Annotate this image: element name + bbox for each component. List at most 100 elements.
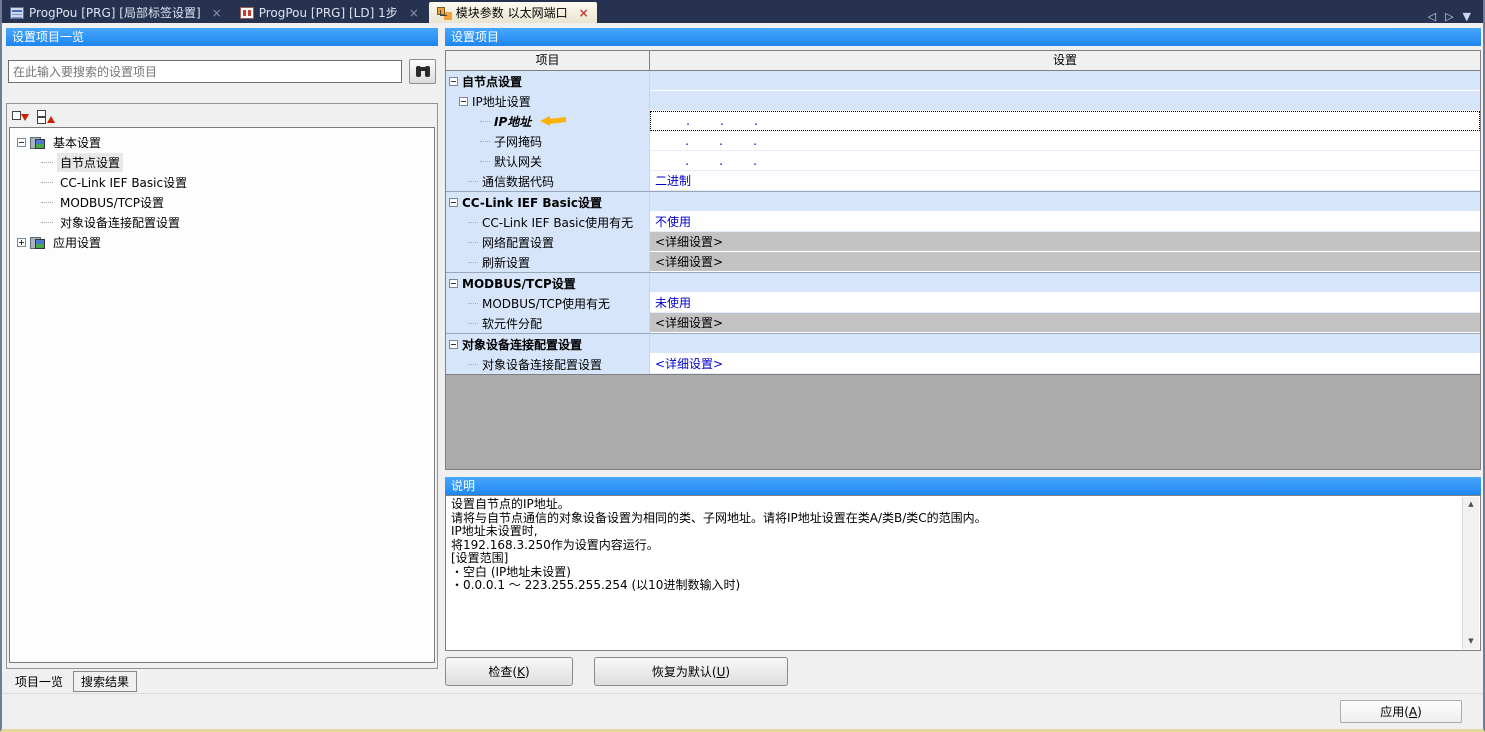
search-input[interactable] bbox=[8, 60, 402, 83]
tree-item[interactable]: CC-Link IEF Basic设置 bbox=[12, 172, 432, 192]
item-label: IP地址 bbox=[494, 113, 531, 130]
tab-navigation: ◁ ▷ ▼ bbox=[1416, 10, 1483, 23]
item-cell[interactable]: 网络配置设置 bbox=[446, 232, 650, 252]
item-cell[interactable]: IP地址设置 bbox=[446, 91, 650, 111]
setting-cell[interactable]: 未使用 bbox=[650, 293, 1480, 313]
ip-octet-dot: . bbox=[723, 154, 757, 168]
setting-cell[interactable]: <详细设置> bbox=[650, 313, 1480, 333]
description-line: ・0.0.0.1 ～ 223.255.255.254 (以10进制数输入时) bbox=[451, 579, 1456, 593]
description-box: 设置自节点的IP地址。请将与自节点通信的对象设备设置为相同的类、子网地址。请将I… bbox=[445, 495, 1481, 651]
setting-row: 刷新设置 <详细设置> bbox=[446, 252, 1480, 272]
folder-icon bbox=[30, 236, 46, 249]
search-button[interactable] bbox=[409, 59, 436, 84]
tree-item[interactable]: MODBUS/TCP设置 bbox=[12, 192, 432, 212]
setting-row: 对象设备连接配置设置<详细设置> bbox=[446, 354, 1480, 374]
collapse-box-icon[interactable] bbox=[449, 340, 458, 349]
column-header-setting: 设置 bbox=[650, 51, 1480, 70]
setting-cell[interactable] bbox=[650, 273, 1480, 293]
item-cell[interactable]: 默认网关 bbox=[446, 151, 650, 171]
tab-close-icon[interactable]: × bbox=[409, 6, 419, 20]
setting-row: CC-Link IEF Basic设置 bbox=[446, 191, 1480, 212]
ladder-editor-icon bbox=[240, 7, 254, 19]
editor-tab-bar: ProgPou [PRG] [局部标签设置]×ProgPou [PRG] [LD… bbox=[2, 0, 1483, 23]
tab-scroll-left-icon[interactable]: ◁ bbox=[1428, 10, 1436, 23]
setting-cell[interactable]: ... bbox=[650, 151, 1480, 171]
tree-item-label: 应用设置 bbox=[50, 233, 104, 252]
setting-cell[interactable]: <详细设置> bbox=[650, 232, 1480, 252]
tab-item-list[interactable]: 项目一览 bbox=[8, 672, 70, 691]
tree-item[interactable]: 对象设备连接配置设置 bbox=[12, 212, 432, 232]
item-cell[interactable]: MODBUS/TCP使用有无 bbox=[446, 293, 650, 313]
item-cell[interactable]: CC-Link IEF Basic设置 bbox=[446, 192, 650, 212]
setting-cell[interactable]: 不使用 bbox=[650, 212, 1480, 232]
description-line: ・空白 (IP地址未设置) bbox=[451, 566, 1456, 580]
tree-item-label: 自节点设置 bbox=[57, 153, 123, 172]
item-cell[interactable]: CC-Link IEF Basic使用有无 bbox=[446, 212, 650, 232]
tree-item[interactable]: 自节点设置 bbox=[12, 152, 432, 172]
setting-cell[interactable] bbox=[650, 71, 1480, 91]
ip-octet-dot: . bbox=[655, 154, 689, 168]
tree-item[interactable]: 基本设置 bbox=[12, 132, 432, 152]
editor-tab[interactable]: ProgPou [PRG] [局部标签设置]× bbox=[2, 2, 230, 23]
description-scrollbar[interactable]: ▲ ▼ bbox=[1462, 497, 1479, 649]
setting-row: MODBUS/TCP使用有无未使用 bbox=[446, 293, 1480, 313]
setting-cell[interactable] bbox=[650, 192, 1480, 212]
item-cell[interactable]: 对象设备连接配置设置 bbox=[446, 334, 650, 354]
setting-cell[interactable] bbox=[650, 334, 1480, 354]
tab-close-icon[interactable]: × bbox=[212, 6, 222, 20]
ip-octet-dot: . bbox=[689, 154, 723, 168]
scroll-down-icon[interactable]: ▼ bbox=[1463, 634, 1479, 649]
item-label: CC-Link IEF Basic使用有无 bbox=[482, 214, 633, 231]
setting-row: 通信数据代码二进制 bbox=[446, 171, 1480, 191]
item-label: 子网掩码 bbox=[494, 133, 542, 150]
tree-item[interactable]: 应用设置 bbox=[12, 232, 432, 252]
restore-default-button[interactable]: 恢复为默认(U) bbox=[594, 657, 788, 686]
footer-bar: 应用(A) bbox=[2, 693, 1483, 729]
setting-cell[interactable] bbox=[650, 91, 1480, 111]
item-cell[interactable]: 软元件分配 bbox=[446, 313, 650, 333]
collapse-box-icon[interactable] bbox=[17, 138, 26, 147]
collapse-box-icon[interactable] bbox=[449, 77, 458, 86]
item-cell[interactable]: IP地址 bbox=[446, 111, 650, 131]
tab-list-menu-icon[interactable]: ▼ bbox=[1463, 10, 1471, 23]
collapse-box-icon[interactable] bbox=[449, 279, 458, 288]
description-line: IP地址未设置时, bbox=[451, 525, 1456, 539]
setting-cell[interactable]: <详细设置> bbox=[650, 354, 1480, 374]
setting-cell[interactable]: ... bbox=[650, 131, 1480, 151]
apply-button[interactable]: 应用(A) bbox=[1340, 700, 1462, 723]
tab-scroll-right-icon[interactable]: ▷ bbox=[1445, 10, 1453, 23]
column-header-item: 项目 bbox=[446, 51, 650, 70]
item-cell[interactable]: MODBUS/TCP设置 bbox=[446, 273, 650, 293]
tree-guide bbox=[41, 162, 53, 163]
tab-search-result[interactable]: 搜索结果 bbox=[73, 671, 137, 692]
item-label: 刷新设置 bbox=[482, 254, 530, 271]
expand-all-icon[interactable] bbox=[37, 110, 55, 124]
item-cell[interactable]: 刷新设置 bbox=[446, 252, 650, 272]
setting-cell[interactable]: 二进制 bbox=[650, 171, 1480, 191]
tree-guide bbox=[41, 202, 53, 203]
expand-box-icon[interactable] bbox=[17, 238, 26, 247]
tab-close-icon[interactable]: × bbox=[579, 6, 589, 20]
item-cell[interactable]: 自节点设置 bbox=[446, 71, 650, 91]
item-cell[interactable]: 通信数据代码 bbox=[446, 171, 650, 191]
tree-guide bbox=[480, 141, 490, 142]
item-cell[interactable]: 子网掩码 bbox=[446, 131, 650, 151]
collapse-box-icon[interactable] bbox=[459, 97, 468, 106]
tab-label: ProgPou [PRG] [LD] 1步 bbox=[259, 4, 398, 21]
tree-guide bbox=[468, 364, 478, 365]
check-button[interactable]: 检查(K) bbox=[445, 657, 573, 686]
collapse-all-icon[interactable] bbox=[12, 110, 30, 124]
setting-cell[interactable]: ... bbox=[650, 111, 1480, 131]
left-bottom-tabs: 项目一览 搜索结果 bbox=[6, 671, 438, 691]
tree-item-label: MODBUS/TCP设置 bbox=[57, 193, 167, 212]
ip-octet-dot: . bbox=[656, 114, 690, 128]
module-parameter-window: ProgPou [PRG] [局部标签设置]×ProgPou [PRG] [LD… bbox=[0, 0, 1485, 732]
setting-row: 对象设备连接配置设置 bbox=[446, 333, 1480, 354]
setting-cell[interactable]: <详细设置> bbox=[650, 252, 1480, 272]
scroll-up-icon[interactable]: ▲ bbox=[1463, 497, 1479, 512]
editor-tab[interactable]: 模块参数 以太网端口× bbox=[429, 2, 597, 23]
item-cell[interactable]: 对象设备连接配置设置 bbox=[446, 354, 650, 374]
editor-tab[interactable]: ProgPou [PRG] [LD] 1步 × bbox=[232, 2, 427, 23]
collapse-box-icon[interactable] bbox=[449, 198, 458, 207]
right-panel-title: 设置项目 bbox=[445, 28, 1481, 46]
